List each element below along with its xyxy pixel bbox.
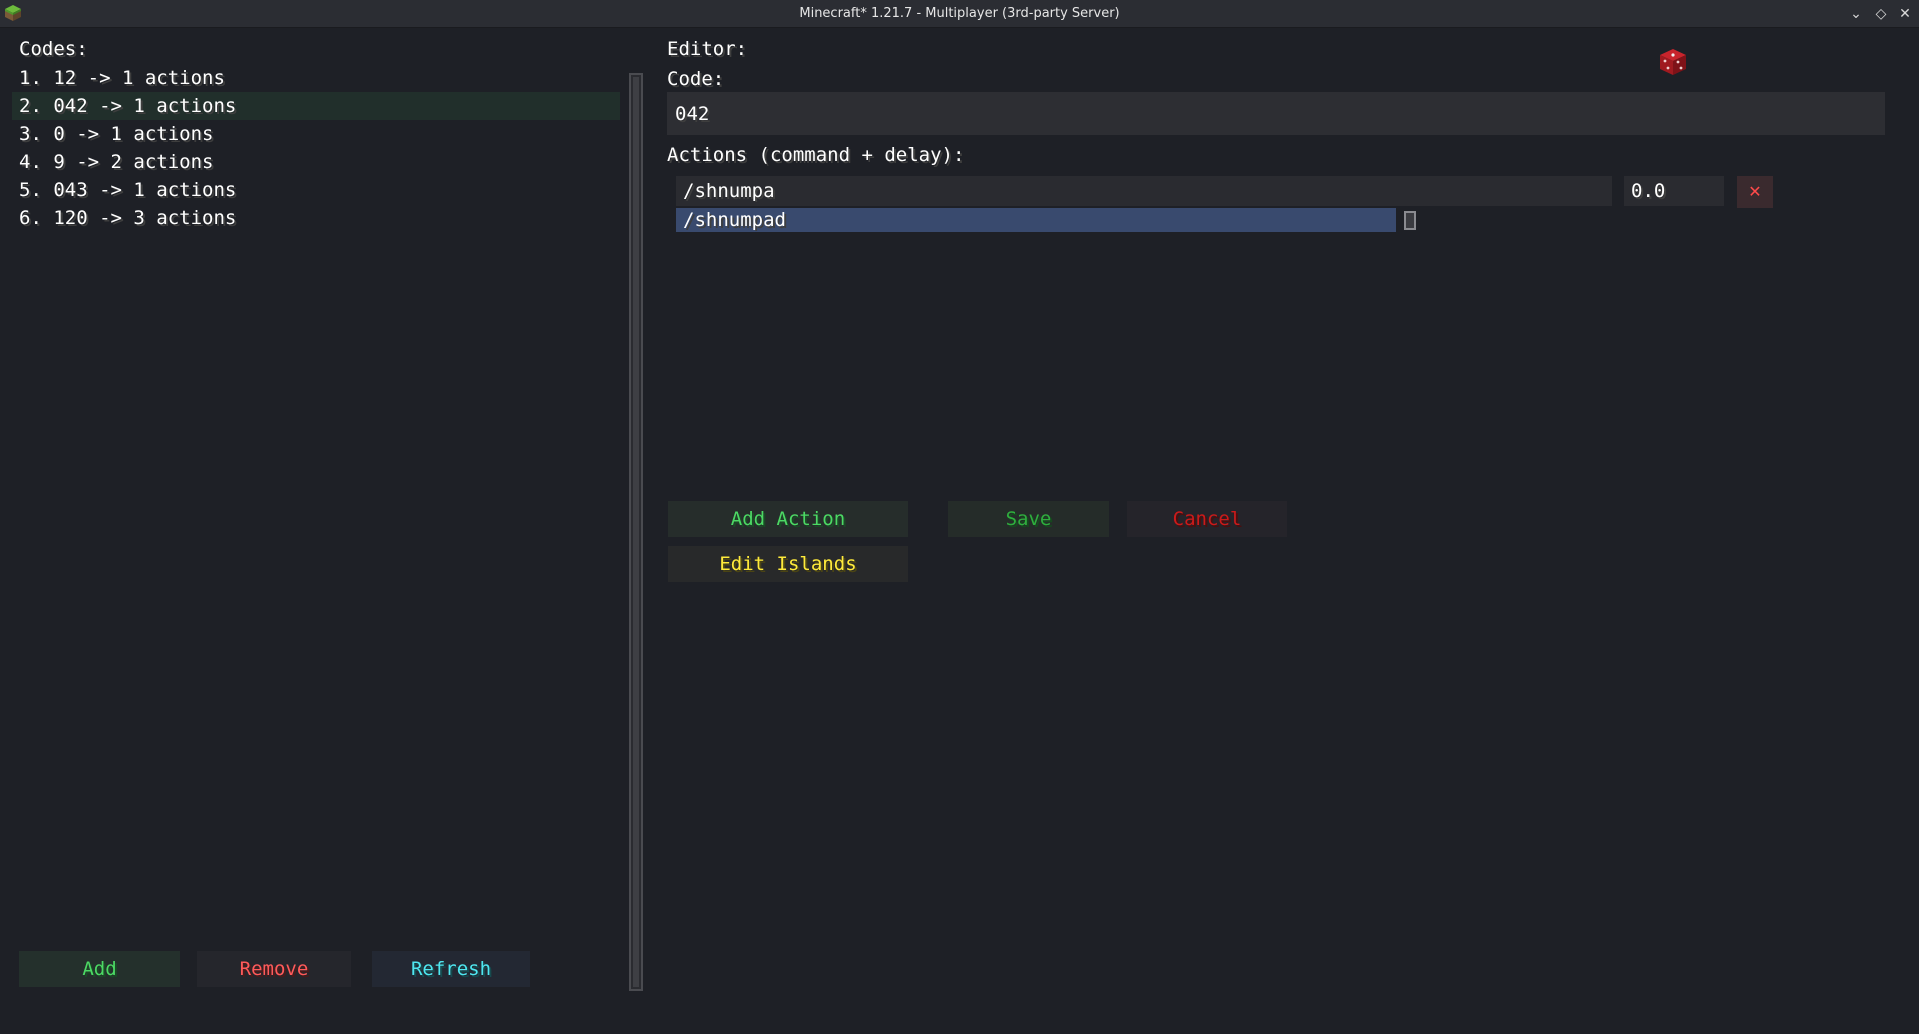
window-titlebar: Minecraft* 1.21.7 - Multiplayer (3rd-par… <box>0 0 1919 28</box>
save-button[interactable]: Save <box>948 501 1109 537</box>
code-list-item[interactable]: 3. 0 -> 1 actions <box>12 120 620 148</box>
remove-code-button[interactable]: Remove <box>197 951 351 987</box>
edit-islands-button[interactable]: Edit Islands <box>668 546 908 582</box>
code-list-item[interactable]: 1. 12 -> 1 actions <box>12 64 620 92</box>
code-input[interactable] <box>667 92 1885 135</box>
minimize-icon[interactable]: ⌄ <box>1846 4 1866 24</box>
add-action-button[interactable]: Add Action <box>668 501 908 537</box>
dice-icon[interactable] <box>1657 46 1689 78</box>
code-list-item[interactable]: 5. 043 -> 1 actions <box>12 176 620 204</box>
codes-list: 1. 12 -> 1 actions 2. 042 -> 1 actions 3… <box>12 64 620 232</box>
action-command-input-focused[interactable] <box>676 208 1396 232</box>
cancel-button[interactable]: Cancel <box>1127 501 1287 537</box>
codes-label: Codes: <box>19 38 88 60</box>
add-code-button[interactable]: Add <box>19 951 180 987</box>
codes-scrollbar-thumb[interactable] <box>633 77 639 987</box>
action-delay-input[interactable] <box>1624 176 1724 206</box>
refresh-button[interactable]: Refresh <box>372 951 530 987</box>
action-input-handle[interactable] <box>1404 211 1416 230</box>
delete-action-icon[interactable]: ✕ <box>1737 176 1773 208</box>
codes-scrollbar[interactable] <box>629 73 643 991</box>
close-icon[interactable]: ✕ <box>1895 4 1915 24</box>
code-list-item-selected[interactable]: 2. 042 -> 1 actions <box>12 92 620 120</box>
action-command-input[interactable] <box>676 176 1612 206</box>
code-list-item[interactable]: 4. 9 -> 2 actions <box>12 148 620 176</box>
code-list-item[interactable]: 6. 120 -> 3 actions <box>12 204 620 232</box>
window-title: Minecraft* 1.21.7 - Multiplayer (3rd-par… <box>799 6 1120 21</box>
code-field-label: Code: <box>667 68 725 90</box>
maximize-icon[interactable]: ◇ <box>1871 4 1891 24</box>
editor-label: Editor: <box>667 38 748 60</box>
actions-label: Actions (command + delay): <box>667 144 965 166</box>
